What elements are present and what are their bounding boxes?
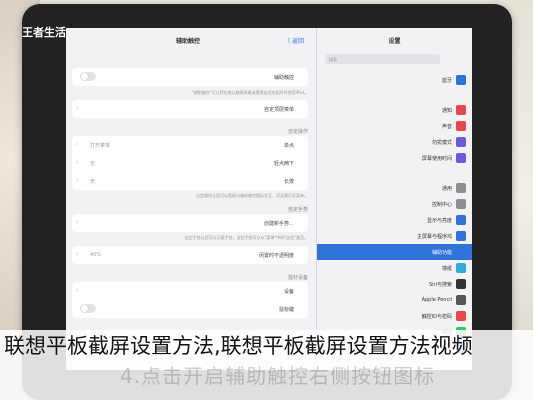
flower-icon	[456, 263, 466, 273]
row-value: 无	[90, 161, 96, 167]
grid-icon	[456, 231, 466, 241]
settings-item[interactable]: 控制中心	[317, 196, 472, 212]
idle-opacity-row[interactable]: ‹ 40% 闲置时不透明度	[72, 246, 308, 264]
devices-row[interactable]: ‹ 设备	[72, 282, 308, 300]
row-label: 设备	[283, 289, 294, 295]
row-label: 长按	[283, 179, 294, 185]
tablet-screen: 辅助触控 〈 返回 辅助触控 "辅助触控"可让您在难以触摸屏幕或需要自适应配件时…	[66, 28, 472, 370]
pencil-icon	[456, 295, 466, 305]
row-label: 闲置时不透明度	[258, 253, 294, 259]
opacity-card: ‹ 40% 闲置时不透明度	[72, 246, 308, 264]
custom-gesture-card: ‹ 创建新手势…	[72, 214, 308, 232]
hourglass-icon	[456, 153, 466, 163]
row-label: 创建新手势…	[263, 221, 294, 227]
hint-text: 自定手势让您可以记录手势，这些手势可以从"菜单"中的"自定"激活。	[184, 235, 308, 240]
caption-text: 联想平板截屏设置方法,联想平板截屏设置方法视频	[4, 334, 473, 358]
mouse-keys-toggle[interactable]	[80, 304, 96, 313]
chevron-icon: ‹	[76, 251, 79, 258]
settings-item[interactable]: 墙纸	[317, 260, 472, 276]
section-label: 自定操作	[287, 129, 308, 135]
speaker-icon	[456, 121, 466, 131]
back-button[interactable]: 〈 返回	[284, 36, 304, 45]
settings-item-label: 控制中心	[431, 202, 452, 208]
settings-item[interactable]: 通知	[317, 102, 472, 118]
settings-item-label: 触控ID与密码	[421, 314, 452, 320]
pointer-devices-card: ‹ 设备 鼠标键	[72, 282, 308, 318]
settings-item-label: 声音	[441, 124, 452, 130]
settings-item-label: 主屏幕与程序坞	[416, 234, 452, 240]
top-menu-card: ‹ 自定顶层菜单	[72, 100, 308, 118]
detail-nav-bar: 辅助触控 〈 返回	[66, 28, 316, 48]
settings-item[interactable]: 触控ID与密码	[317, 308, 472, 324]
brightness-icon	[456, 215, 466, 225]
row-label: 辅助触控	[273, 75, 294, 81]
instruction-overlay: 4.点击开启辅助触控右侧按钮图标	[120, 364, 436, 388]
settings-item[interactable]: Apple Pencil	[317, 292, 472, 308]
settings-item[interactable]: 声音	[317, 118, 472, 134]
moon-icon	[456, 137, 466, 147]
accessibility-icon	[456, 247, 466, 257]
chevron-icon: ‹	[76, 105, 79, 112]
long-press-row[interactable]: ‹ 无 长按	[72, 172, 308, 190]
settings-item-label: 辅助功能	[431, 250, 452, 256]
double-tap-row[interactable]: ‹ 无 轻点两下	[72, 154, 308, 172]
chevron-icon: ‹	[76, 159, 79, 166]
watermark-logo: 王者生活	[22, 26, 66, 39]
detail-title: 辅助触控	[176, 38, 201, 45]
row-value: 打开菜单	[90, 143, 111, 149]
hint-text: "辅助触控"可让您在难以触摸屏幕或需要自适应配件时使用iPad。	[191, 90, 308, 95]
settings-item-label: 通知	[441, 108, 452, 114]
settings-item-label: 勿扰模式	[431, 140, 452, 146]
row-label: 自定顶层菜单	[263, 107, 294, 113]
chevron-icon: ‹	[76, 219, 79, 226]
settings-item-label: 墙纸	[441, 266, 452, 272]
detail-pane: 辅助触控 〈 返回 辅助触控 "辅助触控"可让您在难以触摸屏幕或需要自适应配件时…	[66, 28, 316, 370]
chevron-icon: ‹	[76, 141, 79, 148]
chevron-icon: ‹	[76, 287, 79, 294]
fingerprint-icon	[456, 311, 466, 321]
custom-menu-row[interactable]: ‹ 自定顶层菜单	[72, 100, 308, 118]
row-label: 轻点两下	[273, 161, 294, 167]
single-tap-row[interactable]: ‹ 打开菜单 单点	[72, 136, 308, 154]
switches-icon	[456, 199, 466, 209]
custom-actions-card: ‹ 打开菜单 单点 ‹ 无 轻点两下 ‹ 无 长按	[72, 136, 308, 190]
settings-item[interactable]: 屏幕使用时间	[317, 150, 472, 166]
assistive-touch-card: 辅助触控	[72, 68, 308, 86]
assistive-touch-row[interactable]: 辅助触控	[72, 68, 308, 86]
settings-sidebar: 设置 搜索 蓝牙通知声音勿扰模式屏幕使用时间通用控制中心显示与亮度主屏幕与程序坞…	[317, 28, 472, 370]
chevron-icon: ‹	[76, 177, 79, 184]
settings-item-label: 屏幕使用时间	[421, 156, 452, 162]
search-field[interactable]: 搜索	[325, 54, 440, 64]
settings-item[interactable]: 辅助功能	[317, 244, 472, 260]
settings-item-label: 通用	[441, 186, 452, 192]
row-label: 单点	[283, 143, 294, 149]
settings-item[interactable]: 主屏幕与程序坞	[317, 228, 472, 244]
section-label: 指针设备	[287, 275, 308, 281]
settings-item[interactable]: 勿扰模式	[317, 134, 472, 150]
row-value: 40%	[90, 252, 102, 258]
create-gesture-row[interactable]: ‹ 创建新手势…	[72, 214, 308, 232]
settings-item[interactable]: Siri与搜索	[317, 276, 472, 292]
search-placeholder: 搜索	[329, 57, 337, 62]
settings-item[interactable]: 通用	[317, 180, 472, 196]
settings-item-label: 显示与亮度	[426, 218, 452, 224]
settings-title: 设置	[388, 38, 401, 45]
siri-icon	[456, 279, 466, 289]
settings-item-label: Siri与搜索	[428, 282, 452, 288]
hint-text: 自定操作让您可以直接与辅助触控图标交互，而无需打开菜单。	[196, 193, 308, 198]
mouse-keys-row[interactable]: 鼠标键	[72, 300, 308, 318]
settings-item[interactable]: 显示与亮度	[317, 212, 472, 228]
row-value: 无	[90, 179, 96, 185]
settings-item-label: 蓝牙	[441, 78, 452, 84]
gear-icon	[456, 183, 466, 193]
settings-item[interactable]: 蓝牙	[317, 72, 472, 88]
bluetooth-icon	[456, 75, 466, 85]
row-label: 鼠标键	[278, 307, 294, 313]
section-label: 自定手势	[287, 207, 308, 213]
bell-icon	[456, 105, 466, 115]
settings-item-label: Apple Pencil	[421, 297, 452, 303]
assistive-touch-toggle[interactable]	[80, 72, 96, 81]
